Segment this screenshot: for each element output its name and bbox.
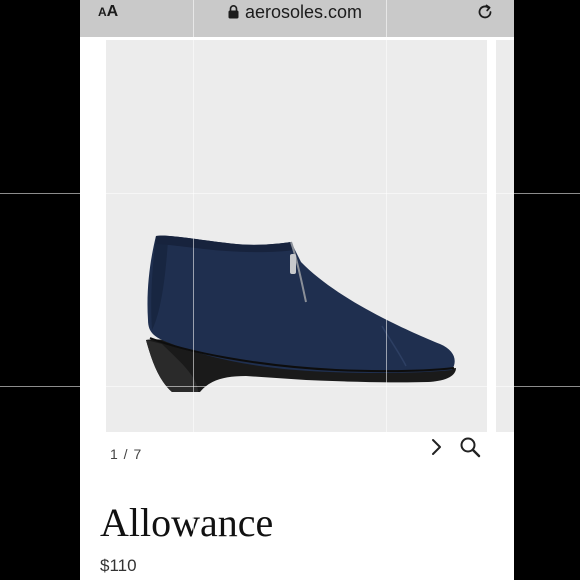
browser-address-bar[interactable]: AA aerosoles.com xyxy=(80,0,514,37)
lock-icon xyxy=(228,5,239,19)
product-image-gallery[interactable] xyxy=(106,40,487,432)
reload-icon[interactable] xyxy=(475,2,495,22)
next-image-peek[interactable] xyxy=(496,40,514,432)
text-size-small-glyph: A xyxy=(98,5,107,19)
url-domain-text: aerosoles.com xyxy=(245,1,363,22)
grid-line-vertical-2 xyxy=(386,0,387,580)
grid-line-horizontal-2 xyxy=(0,386,580,387)
text-size-button[interactable]: AA xyxy=(98,3,118,21)
text-size-big-glyph: A xyxy=(106,3,119,20)
product-price: $110 xyxy=(100,556,137,575)
gallery-pager: 1 / 7 xyxy=(110,446,143,462)
grid-line-vertical-1 xyxy=(193,0,194,580)
mobile-browser-page: AA aerosoles.com 1 / 7 Allowance $110 xyxy=(80,0,514,580)
grid-line-horizontal-1 xyxy=(0,193,580,194)
url-display[interactable]: aerosoles.com xyxy=(228,1,362,23)
chevron-right-icon[interactable] xyxy=(428,437,446,457)
product-title: Allowance xyxy=(100,500,274,545)
shoe-image xyxy=(146,235,456,392)
search-icon[interactable] xyxy=(459,436,481,458)
screen: AA aerosoles.com 1 / 7 Allowance $110 xyxy=(0,0,580,580)
